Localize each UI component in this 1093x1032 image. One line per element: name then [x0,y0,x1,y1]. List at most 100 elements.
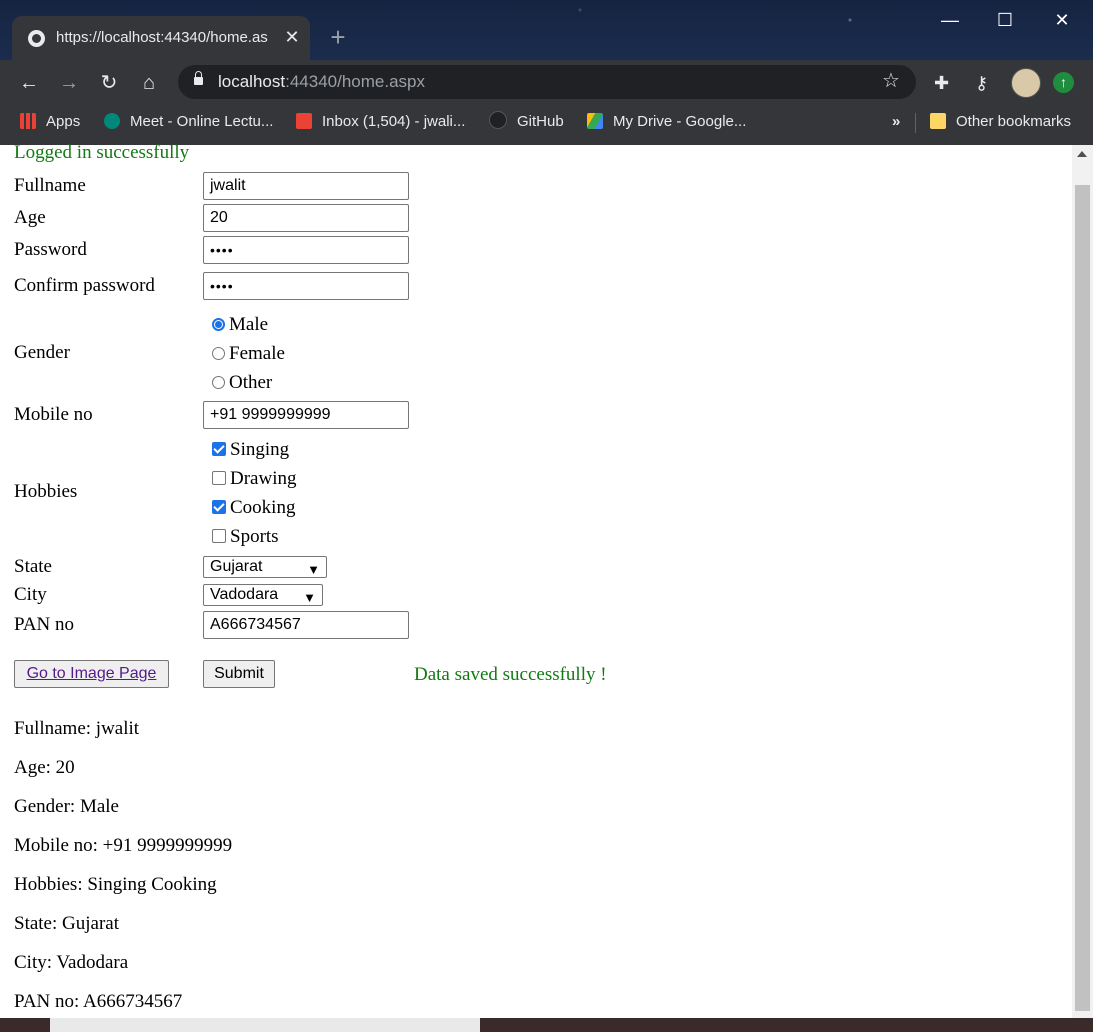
output-age: Age: 20 [14,757,75,778]
age-label: Age [14,207,46,228]
bookmark-gmail[interactable]: Inbox (1,504) - jwali... [296,105,465,139]
new-tab-button[interactable]: + [326,24,350,50]
key-icon[interactable]: ⚷ [975,73,988,94]
minimize-icon[interactable]: — [930,6,970,34]
output-pan: PAN no: A666734567 [14,991,183,1012]
checkbox[interactable] [212,471,226,485]
meet-icon [104,113,120,129]
confirm-password-label: Confirm password [14,275,155,296]
checkbox[interactable] [212,500,226,514]
taskbar [0,1018,1093,1032]
lock-icon [194,71,203,85]
confirm-password-input[interactable]: •••• [203,272,409,300]
pan-label: PAN no [14,614,75,635]
home-icon[interactable]: ⌂ [135,69,163,97]
radio-button[interactable] [212,347,225,360]
tab-home[interactable]: https://localhost:44340/home.aspx ✕ [12,16,310,60]
bookmarks-divider [915,113,916,133]
bookmark-apps[interactable]: Apps [20,105,80,139]
bookmark-meet[interactable]: Meet - Online Lectu... [104,105,273,139]
url-host: localhost [218,72,286,91]
output-gender: Gender: Male [14,796,119,817]
chevron-down-icon: ▼ [307,562,320,577]
output-hobbies: Hobbies: Singing Cooking [14,874,217,895]
taskbar-search-area[interactable] [50,1018,480,1032]
gmail-icon [296,113,312,129]
bookmark-label: Inbox (1,504) - jwali... [322,113,466,130]
more-bookmarks-button[interactable]: » [892,105,900,139]
gender-radio-other[interactable]: Other [212,372,272,394]
output-state: State: Gujarat [14,913,119,934]
password-label: Password [14,239,87,260]
avatar[interactable] [1011,68,1041,98]
radio-label: Male [229,314,269,335]
password-input[interactable]: •••• [203,236,409,264]
go-to-image-page-button[interactable]: Go to Image Page [14,660,169,688]
bookmark-label: GitHub [517,113,564,130]
saved-message: Data saved successfully ! [414,664,607,685]
other-bookmarks[interactable]: Other bookmarks [930,105,1071,139]
forward-icon[interactable]: → [55,69,83,97]
submit-button[interactable]: Submit [203,660,275,688]
gender-radio-male[interactable]: Male [212,314,268,336]
back-icon[interactable]: ← [15,69,43,97]
hobbies-label: Hobbies [14,481,78,502]
bookmark-drive[interactable]: My Drive - Google... [587,105,746,139]
checkbox[interactable] [212,529,226,543]
hobby-singing[interactable]: Singing [212,439,289,461]
output-fullname: Fullname: jwalit [14,718,140,739]
mobile-label: Mobile no [14,404,93,425]
window-close-icon[interactable]: ✕ [1042,6,1082,34]
github-icon [489,111,507,129]
city-label: City [14,584,47,605]
toolbar: ← → ↻ ⌂ localhost:44340/home.aspx ☆ ✚ ⚷ … [0,60,1093,105]
scrollbar-thumb[interactable] [1075,185,1090,1011]
fullname-input[interactable]: jwalit [203,172,409,200]
bookmarks-bar: Apps Meet - Online Lectu... Inbox (1,504… [0,105,1093,145]
hobby-drawing[interactable]: Drawing [212,468,296,490]
mobile-input[interactable]: +91 9999999999 [203,401,409,429]
checkbox-label: Drawing [230,468,297,489]
folder-icon [930,113,946,129]
bookmark-label: Apps [46,113,81,130]
close-icon[interactable]: ✕ [282,26,302,48]
tab-strip: https://localhost:44340/home.aspx ✕ + — … [0,0,1093,60]
apps-grid-icon [20,113,36,129]
fullname-label: Fullname [14,175,86,196]
reload-icon[interactable]: ↻ [95,69,123,97]
extensions-icon[interactable]: ✚ [934,73,949,94]
bookmark-label: My Drive - Google... [613,113,747,130]
gender-radio-female[interactable]: Female [212,343,285,365]
update-icon[interactable]: ↑ [1053,72,1074,93]
output-mobile: Mobile no: +91 9999999999 [14,835,233,856]
bookmark-github[interactable]: GitHub [489,105,564,139]
state-label: State [14,556,52,577]
url-text: localhost:44340/home.aspx [218,72,425,92]
vertical-scrollbar[interactable] [1072,145,1093,1018]
address-bar[interactable]: localhost:44340/home.aspx ☆ [178,65,916,99]
checkbox-label: Singing [230,439,290,460]
age-input[interactable]: 20 [203,204,409,232]
maximize-icon[interactable]: ☐ [985,6,1025,34]
checkbox-label: Sports [230,526,279,547]
state-select[interactable]: Gujarat ▼ [203,556,327,578]
scroll-up-arrow-icon[interactable] [1077,151,1087,157]
gender-label: Gender [14,342,70,363]
login-message: Logged in successfully [14,142,190,163]
hobby-cooking[interactable]: Cooking [212,497,295,519]
tab-title: https://localhost:44340/home.aspx [56,29,268,46]
hobby-sports[interactable]: Sports [212,526,279,548]
radio-button[interactable] [212,318,225,331]
checkbox-label: Cooking [230,497,296,518]
globe-icon [28,30,45,47]
radio-button[interactable] [212,376,225,389]
page-content: Logged in successfully Fullname jwalit A… [0,142,1072,1018]
bookmark-star-icon[interactable]: ☆ [882,68,900,93]
city-value: Vadodara [210,586,279,603]
pan-input[interactable]: A666734567 [203,611,409,639]
checkbox[interactable] [212,442,226,456]
drive-icon [587,113,603,129]
output-city: City: Vadodara [14,952,129,973]
chevron-down-icon: ▼ [303,590,316,605]
city-select[interactable]: Vadodara ▼ [203,584,323,606]
